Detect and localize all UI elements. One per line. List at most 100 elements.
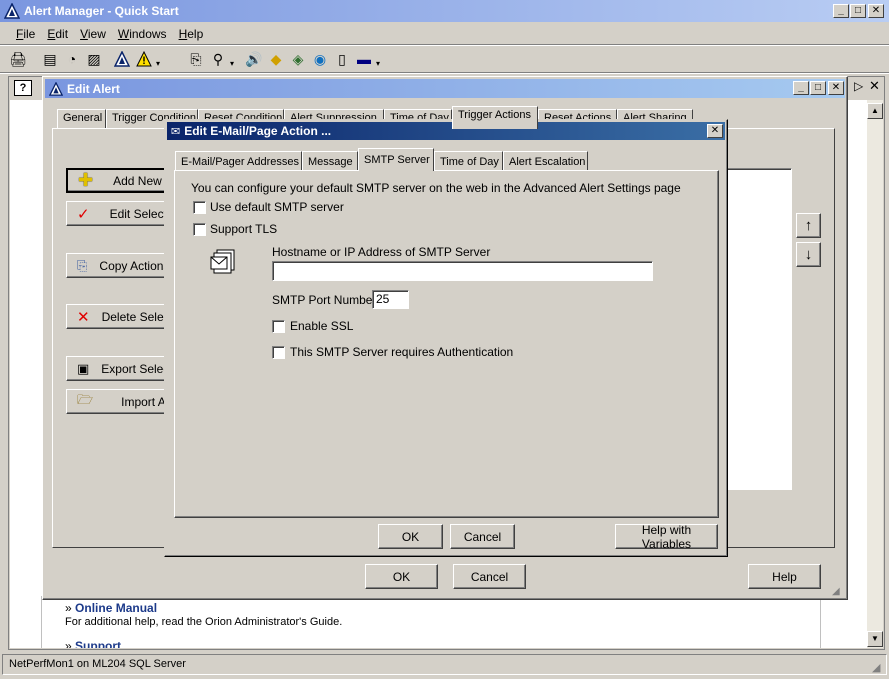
- down-arrow-icon: ↓: [804, 246, 813, 263]
- main-close-button[interactable]: ✕: [868, 4, 884, 18]
- menu-windows[interactable]: Windows: [112, 27, 173, 41]
- smtp-port-label: SMTP Port Number: [272, 293, 377, 307]
- delete-icon: ✕: [77, 308, 90, 326]
- edit-alert-maximize-button[interactable]: □: [810, 81, 826, 95]
- toolbar: 🖨 ▤ ◔ ▨ ▾ ⎘ ⚲ ▾ 🔊 ◆ ◈ ◉ ▯ ▬ ▾: [8, 48, 380, 70]
- menu-help[interactable]: Help: [173, 27, 210, 41]
- app-icon: [4, 3, 20, 19]
- support-tls-label: Support TLS: [210, 222, 278, 236]
- hostname-input[interactable]: [272, 261, 653, 281]
- document-icon[interactable]: ▯: [332, 49, 352, 69]
- mdi-close-icon[interactable]: ✕: [869, 78, 880, 94]
- add-new-action-button[interactable]: ✚ Add New: [66, 168, 176, 193]
- scroll-down-button[interactable]: ▼: [867, 631, 883, 647]
- status-text: NetPerfMon1 on ML204 SQL Server: [9, 658, 186, 670]
- tab-action-time-of-day[interactable]: Time of Day: [434, 151, 503, 171]
- notes-icon[interactable]: ▨: [84, 49, 104, 69]
- tab-trigger-actions[interactable]: Trigger Actions: [452, 106, 538, 129]
- edit-alert-help-button[interactable]: Help: [748, 564, 821, 589]
- edit-alert-close-button[interactable]: ✕: [828, 81, 844, 95]
- delete-selected-label: Delete Selec: [101, 309, 170, 324]
- add-icon: ✚: [78, 170, 94, 190]
- tab-smtp-server[interactable]: SMTP Server: [358, 148, 434, 171]
- edit-email-action-title: Edit E-Mail/Page Action ...: [184, 124, 332, 138]
- email-action-cancel-button[interactable]: Cancel: [450, 524, 515, 549]
- quickstart-scrollbar[interactable]: [867, 100, 883, 648]
- toolbar-divider: [0, 72, 889, 74]
- edit-alert-cancel-button[interactable]: Cancel: [453, 564, 526, 589]
- chart-icon[interactable]: ◔: [62, 49, 82, 69]
- diamond-icon[interactable]: ◆: [266, 49, 286, 69]
- copy-actions-label: Copy Actions: [99, 258, 170, 273]
- online-manual-description: For additional help, read the Orion Admi…: [65, 616, 343, 628]
- support-tls-checkbox[interactable]: [193, 223, 206, 236]
- menubar-divider: [0, 44, 889, 46]
- main-window-title: Alert Manager - Quick Start: [24, 4, 179, 18]
- menu-file[interactable]: File: [10, 27, 41, 41]
- bullet-glyph: »: [65, 601, 72, 615]
- orion-alert-icon[interactable]: [112, 49, 132, 69]
- smtp-port-input[interactable]: 25: [372, 290, 409, 309]
- menu-edit[interactable]: Edit: [41, 27, 74, 41]
- edit-alert-minimize-button[interactable]: _: [793, 81, 809, 95]
- terminal-icon[interactable]: ▬: [354, 49, 374, 69]
- edit-email-action-close-button[interactable]: ✕: [707, 124, 723, 138]
- checkmark-icon: ✓: [77, 205, 90, 223]
- tab-general[interactable]: General: [57, 109, 106, 129]
- smtp-auth-checkbox[interactable]: [272, 346, 285, 359]
- use-default-smtp-label: Use default SMTP server: [210, 200, 344, 214]
- tab-email-pager-addresses[interactable]: E-Mail/Pager Addresses: [175, 151, 302, 171]
- support-link[interactable]: Support: [75, 639, 121, 648]
- support-heading[interactable]: » Support: [65, 639, 121, 648]
- add-new-label: Add New: [113, 173, 162, 188]
- delete-selected-action-button[interactable]: ✕ Delete Selec: [66, 304, 176, 329]
- tab-alert-escalation[interactable]: Alert Escalation: [503, 151, 588, 171]
- print-icon[interactable]: 🖨: [8, 49, 28, 69]
- help-with-variables-button[interactable]: Help with Variables: [615, 523, 718, 551]
- main-maximize-button[interactable]: □: [850, 4, 866, 18]
- copy-icon[interactable]: ⎘: [186, 49, 206, 69]
- warning-icon[interactable]: [134, 49, 154, 69]
- main-minimize-button[interactable]: _: [833, 4, 849, 18]
- copy-actions-button[interactable]: ⎘ Copy Actions: [66, 253, 176, 278]
- import-label: Import A: [121, 394, 166, 409]
- edit-email-action-titlebar: ✉ Edit E-Mail/Page Action ...: [167, 122, 725, 140]
- tab-message[interactable]: Message: [302, 151, 358, 171]
- enable-ssl-label: Enable SSL: [290, 319, 354, 333]
- move-down-button[interactable]: ↓: [796, 242, 821, 267]
- email-server-icon: [210, 248, 236, 277]
- enable-ssl-checkbox[interactable]: [272, 320, 285, 333]
- edit-alert-resize-grip-icon[interactable]: ◢: [832, 586, 840, 597]
- online-manual-link[interactable]: Online Manual: [75, 601, 157, 615]
- quickstart-help-icon: ?: [14, 80, 32, 96]
- resize-grip-icon[interactable]: ◢: [872, 661, 880, 674]
- globe-icon[interactable]: ◉: [310, 49, 330, 69]
- up-arrow-icon: ↑: [804, 217, 813, 234]
- floppy-disk-icon: ▣: [77, 360, 90, 376]
- warning-dropdown-icon[interactable]: ▾: [156, 59, 160, 68]
- main-titlebar: Alert Manager - Quick Start: [0, 0, 889, 22]
- mdi-restore-icon[interactable]: ▷: [854, 79, 863, 93]
- bullet-glyph-2: »: [65, 639, 72, 648]
- envelope-icon: ✉: [171, 125, 181, 138]
- menu-view[interactable]: View: [74, 27, 112, 41]
- speaker-icon[interactable]: 🔊: [244, 49, 264, 69]
- smtp-auth-label: This SMTP Server requires Authentication: [290, 345, 514, 359]
- terminal-dropdown-icon[interactable]: ▾: [376, 59, 380, 68]
- hostname-label: Hostname or IP Address of SMTP Server: [272, 245, 491, 259]
- online-manual-heading[interactable]: » Online Manual: [65, 601, 157, 615]
- export-selected-action-button[interactable]: ▣ Export Selec: [66, 356, 176, 381]
- scroll-up-button[interactable]: ▲: [867, 103, 883, 119]
- layers-icon[interactable]: ◈: [288, 49, 308, 69]
- use-default-smtp-checkbox[interactable]: [193, 201, 206, 214]
- binoculars-dropdown-icon[interactable]: ▾: [230, 59, 234, 68]
- move-up-button[interactable]: ↑: [796, 213, 821, 238]
- binoculars-icon[interactable]: ⚲: [208, 49, 228, 69]
- properties-icon[interactable]: ▤: [40, 49, 60, 69]
- main-menubar: File Edit View Windows Help: [10, 25, 209, 43]
- email-action-ok-button[interactable]: OK: [378, 524, 443, 549]
- edit-alert-ok-button[interactable]: OK: [365, 564, 438, 589]
- open-folder-icon: 🗁: [77, 391, 94, 407]
- import-action-button[interactable]: 🗁 Import A: [66, 389, 176, 414]
- edit-selected-action-button[interactable]: ✓ Edit Select: [66, 201, 176, 226]
